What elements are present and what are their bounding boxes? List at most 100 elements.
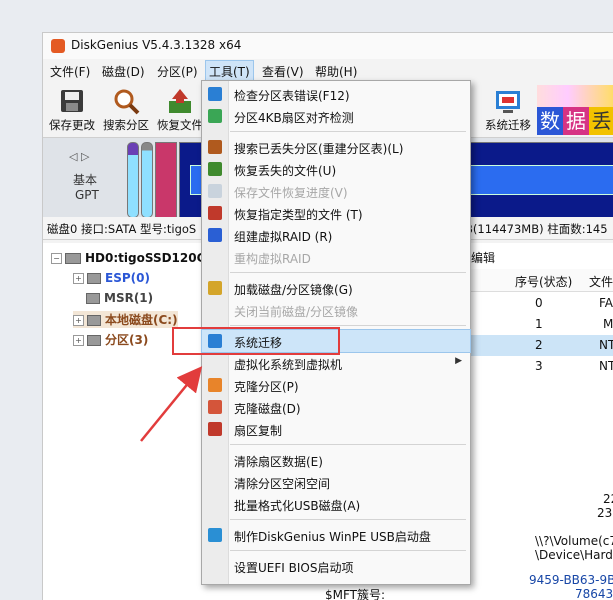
search-icon: [112, 87, 140, 115]
menu-separator: [230, 444, 466, 445]
menu-separator: [230, 272, 466, 273]
partition-bar-msr[interactable]: [141, 142, 153, 218]
title-bar: DiskGenius V5.4.3.1328 x64: [43, 33, 613, 59]
disk-info-right: B(114473MB) 柱面数:145: [465, 222, 608, 236]
menu-item-item-14[interactable]: 虚拟化系统到虚拟机 ▶: [202, 352, 470, 374]
disk-tree-panel: − HD0:tigoSSD120GB + ESP(0) MSR(1) + 本地磁盘(C…: [43, 243, 216, 600]
check-icon: [208, 87, 222, 101]
tree-disk-node[interactable]: − HD0:tigoSSD120GB: [51, 251, 216, 265]
menu-item-save: 保存文件恢复进度(V): [202, 180, 470, 202]
menu-item-label: 恢复指定类型的文件 (T): [234, 208, 363, 222]
menu-item-sector-copy[interactable]: 扇区复制: [202, 418, 470, 440]
save-icon: [58, 87, 86, 115]
detail-value: \\?\Volume(c7: [535, 534, 613, 548]
menu-item-item-20[interactable]: 清除分区空闲空间: [202, 471, 470, 493]
submenu-arrow-icon: ▶: [455, 356, 462, 366]
annotation-highlight-box: [172, 327, 340, 355]
save-changes-button[interactable]: 保存更改: [43, 85, 101, 135]
system-migration-button[interactable]: 系统迁移: [479, 85, 537, 135]
recover-icon: [166, 87, 194, 115]
menu-item-label: 保存文件恢复进度(V): [234, 186, 348, 200]
menu-partition[interactable]: 分区(P): [155, 63, 200, 80]
menu-item-clone-partition[interactable]: 克隆分区(P): [202, 374, 470, 396]
partition-icon: [87, 335, 101, 346]
menu-item-label: 虚拟化系统到虚拟机: [234, 358, 343, 372]
recover-icon: [208, 162, 222, 176]
menu-help[interactable]: 帮助(H): [313, 63, 359, 80]
menu-item-item-19[interactable]: 清除扇区数据(E): [202, 449, 470, 471]
menu-item-label: 恢复丢失的文件(U): [234, 164, 337, 178]
save-icon: [208, 184, 222, 198]
partition-bar-small[interactable]: [155, 142, 177, 218]
menu-item-label: 组建虚拟RAID (R): [234, 230, 333, 244]
menu-item-recover[interactable]: 恢复丢失的文件(U): [202, 158, 470, 180]
clone-disk-icon: [208, 400, 222, 414]
promo-banner[interactable]: 数 据 丢: [537, 85, 613, 137]
partition-icon: [86, 293, 100, 304]
menu-item-usb[interactable]: 制作DiskGenius WinPE USB启动盘: [202, 524, 470, 546]
menu-separator: [230, 131, 466, 132]
expand-icon[interactable]: +: [73, 335, 84, 346]
menu-item-align[interactable]: 分区4KB扇区对齐检测: [202, 105, 470, 127]
tree-item-c-drive[interactable]: + 本地磁盘(C:): [73, 311, 178, 328]
search-icon: [208, 140, 222, 154]
col-file-header[interactable]: 文件: [589, 273, 613, 290]
menu-separator: [230, 325, 466, 326]
promo-char-2: 据: [563, 107, 589, 135]
disk-nav-arrows[interactable]: ◁ ▷: [69, 150, 89, 163]
sector-copy-icon: [208, 422, 222, 436]
usb-icon: [208, 528, 222, 542]
migrate-icon: [494, 87, 522, 115]
menu-item-check[interactable]: 检查分区表错误(F12): [202, 83, 470, 105]
collapse-icon[interactable]: −: [51, 253, 62, 264]
search-partition-button[interactable]: 搜索分区: [97, 85, 155, 135]
menu-view[interactable]: 查看(V): [260, 63, 306, 80]
menu-item-label: 设置UEFI BIOS启动项: [234, 561, 354, 575]
menu-item-label: 重构虚拟RAID: [234, 252, 311, 266]
menu-disk[interactable]: 磁盘(D): [100, 63, 147, 80]
menu-item-filetype[interactable]: 恢复指定类型的文件 (T): [202, 202, 470, 224]
promo-char-3: 丢: [589, 107, 613, 135]
detail-value: \Device\Hard: [535, 548, 613, 562]
menu-item-label: 检查分区表错误(F12): [234, 89, 350, 103]
tree-item-partition-3[interactable]: + 分区(3): [73, 331, 148, 348]
image-icon: [208, 281, 222, 295]
menu-item-label: 扇区复制: [234, 424, 283, 438]
menu-item-item-25[interactable]: 设置UEFI BIOS启动项: [202, 555, 470, 577]
menu-item-clone-disk[interactable]: 克隆磁盘(D): [202, 396, 470, 418]
col-seq-header[interactable]: 序号(状态): [515, 273, 572, 290]
expand-icon[interactable]: +: [73, 273, 84, 284]
menu-tools[interactable]: 工具(T): [205, 60, 254, 83]
promo-char-1: 数: [537, 107, 563, 135]
menu-item-label: 关闭当前磁盘/分区镜像: [234, 305, 359, 319]
detail-value: 232: [597, 506, 613, 520]
expand-icon[interactable]: +: [73, 315, 84, 326]
filetype-icon: [208, 206, 222, 220]
menu-item-item-8: 重构虚拟RAID: [202, 246, 470, 268]
menu-item-image[interactable]: 加载磁盘/分区镜像(G): [202, 277, 470, 299]
menu-separator: [230, 519, 466, 520]
clone-partition-icon: [208, 378, 222, 392]
tab-edit[interactable]: 编辑: [471, 249, 495, 266]
menu-item-label: 批量格式化USB磁盘(A): [234, 499, 361, 513]
detail-value: 9459-BB63-9B0: [529, 573, 613, 587]
partition-style-label: GPT: [75, 188, 99, 202]
menu-item-item-21[interactable]: 批量格式化USB磁盘(A): [202, 493, 470, 515]
menu-file[interactable]: 文件(F): [48, 63, 92, 80]
align-icon: [208, 109, 222, 123]
app-logo-icon: [51, 39, 65, 53]
menu-item-search[interactable]: 搜索已丢失分区(重建分区表)(L): [202, 136, 470, 158]
partition-icon: [87, 315, 101, 326]
mft-label: $MFT簇号:: [325, 588, 386, 600]
detail-value: 22: [603, 492, 613, 506]
menu-item-label: 清除分区空闲空间: [234, 477, 331, 491]
menu-item-label: 搜索已丢失分区(重建分区表)(L): [234, 142, 404, 156]
menu-item-label: 克隆磁盘(D): [234, 402, 301, 416]
tree-item-msr[interactable]: MSR(1): [73, 291, 153, 305]
menu-bar: 文件(F) 磁盘(D) 分区(P) 工具(T) 查看(V) 帮助(H): [43, 59, 613, 83]
disk-type-label: 基本: [73, 173, 98, 187]
menu-item-raid[interactable]: 组建虚拟RAID (R): [202, 224, 470, 246]
partition-bar-esp[interactable]: [127, 142, 139, 218]
promo-decoration: [537, 85, 613, 107]
tree-item-esp[interactable]: + ESP(0): [73, 271, 150, 285]
